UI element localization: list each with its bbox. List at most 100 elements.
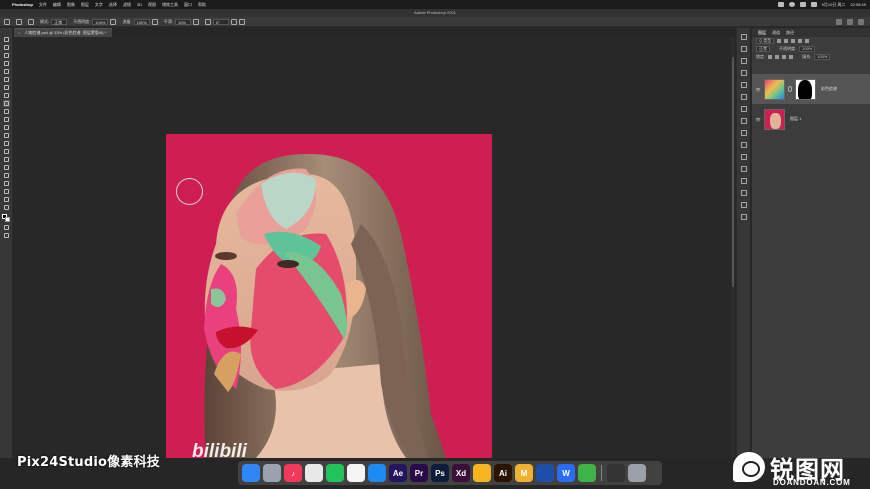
menu-item[interactable]: 视图	[148, 2, 156, 8]
blur-tool[interactable]	[3, 140, 10, 147]
brush-size-picker[interactable]	[28, 18, 34, 25]
status-icon[interactable]	[788, 2, 795, 7]
healing-brush-tool[interactable]	[3, 92, 10, 99]
layer-name[interactable]: 图层 1	[790, 116, 801, 122]
dock-after-effects-icon[interactable]: Ae	[389, 464, 407, 482]
panel-tab[interactable]: 通道	[772, 30, 780, 36]
fill-input[interactable]: 100%	[814, 54, 831, 60]
visibility-eye-icon[interactable]: 👁	[755, 87, 761, 92]
pen-tool[interactable]	[3, 156, 10, 163]
dock-premiere-icon[interactable]: Pr	[410, 464, 428, 482]
wifi-icon[interactable]	[799, 2, 806, 7]
type-tool[interactable]	[3, 164, 10, 171]
paths-icon[interactable]	[740, 190, 747, 196]
dock-music-icon[interactable]: ♪	[284, 464, 302, 482]
share-icon[interactable]	[858, 18, 864, 25]
menu-item[interactable]: 图层	[81, 2, 89, 8]
scrollbar-thumb[interactable]	[732, 57, 734, 287]
filter-pixel-icon[interactable]	[777, 39, 782, 43]
blend-mode-select[interactable]: 正常	[756, 46, 770, 52]
symmetry-icon[interactable]	[238, 18, 245, 25]
layer-name[interactable]: 彩色脸谱	[821, 86, 837, 92]
dock-sketch-icon[interactable]	[473, 464, 491, 482]
dock-safari-icon[interactable]	[368, 464, 386, 482]
dock-illustrator-icon[interactable]: Ai	[494, 464, 512, 482]
filter-shape-icon[interactable]	[798, 39, 803, 43]
menu-item[interactable]: 图像	[67, 2, 75, 8]
filter-smart-icon[interactable]	[805, 39, 810, 43]
properties-icon[interactable]	[740, 46, 747, 52]
document-tab[interactable]: × 人物脸谱.psd @ 33% (彩色脸谱, 图层蒙版/8) *	[14, 28, 113, 37]
dock-activity-icon[interactable]	[607, 464, 625, 482]
menu-item[interactable]: 滤镜	[123, 2, 131, 8]
lock-all-icon[interactable]	[789, 55, 794, 59]
menu-item[interactable]: 3D	[137, 2, 142, 8]
swatches-icon[interactable]	[740, 82, 747, 88]
menu-item[interactable]: 选择	[109, 2, 117, 8]
move-tool[interactable]	[3, 36, 10, 43]
frame-tool[interactable]	[3, 76, 10, 83]
history-icon[interactable]	[740, 34, 747, 40]
eraser-tool[interactable]	[3, 124, 10, 131]
dodge-tool[interactable]	[3, 148, 10, 155]
rectangle-tool[interactable]	[3, 180, 10, 187]
menu-item[interactable]: 文字	[95, 2, 103, 8]
dock-wechat-icon[interactable]	[326, 464, 344, 482]
color-swatches[interactable]	[1, 214, 11, 223]
visibility-eye-icon[interactable]: 👁	[755, 117, 761, 122]
dock-qq-icon[interactable]	[347, 464, 365, 482]
dock-camtasia-icon[interactable]	[578, 464, 596, 482]
dock-trash-icon[interactable]	[628, 464, 646, 482]
angle-input[interactable]: 0°	[212, 18, 229, 25]
channels-icon[interactable]	[740, 178, 747, 184]
zoom-tool[interactable]	[3, 196, 10, 203]
gradients-icon[interactable]	[740, 94, 747, 100]
dock-finder-icon[interactable]	[242, 464, 260, 482]
flow-input[interactable]: 100%	[133, 18, 150, 25]
more-tools[interactable]	[3, 204, 10, 211]
brush-tool[interactable]	[2, 100, 10, 107]
mode-select[interactable]: 正常	[51, 18, 68, 25]
quick-mask-tool[interactable]	[3, 224, 10, 231]
background-color[interactable]	[4, 217, 10, 222]
info-icon[interactable]	[740, 214, 747, 220]
libraries-icon[interactable]	[740, 118, 747, 124]
airbrush-icon[interactable]	[151, 18, 158, 25]
panel-tab[interactable]: 路径	[786, 30, 794, 36]
lock-position-icon[interactable]	[782, 55, 787, 59]
dock-mweb-icon[interactable]: M	[515, 464, 533, 482]
brush-preset-picker[interactable]	[16, 18, 22, 25]
screen-mode-tool[interactable]	[3, 232, 10, 239]
paragraph-icon[interactable]	[740, 154, 747, 160]
color-icon[interactable]	[740, 70, 747, 76]
crop-tool[interactable]	[3, 68, 10, 75]
clone-stamp-tool[interactable]	[3, 108, 10, 115]
character-icon[interactable]	[740, 142, 747, 148]
menu-item[interactable]: 文件	[39, 2, 47, 8]
search-icon[interactable]	[836, 18, 842, 25]
pressure-size-icon[interactable]	[230, 18, 237, 25]
pressure-opacity-icon[interactable]	[110, 18, 117, 25]
actions-icon[interactable]	[740, 202, 747, 208]
lock-transparent-icon[interactable]	[768, 55, 773, 59]
menu-item[interactable]: 编辑	[53, 2, 61, 8]
opacity-input[interactable]: 100%	[92, 18, 109, 25]
eyedropper-tool[interactable]	[3, 84, 10, 91]
adjustments-icon[interactable]	[740, 58, 747, 64]
app-menu[interactable]: Photoshop	[12, 2, 33, 8]
document-image[interactable]	[166, 134, 492, 458]
home-button[interactable]	[4, 18, 10, 25]
panel-tab[interactable]: 图层	[758, 30, 766, 36]
layer-kind-filter[interactable]: Q 类型	[756, 38, 775, 44]
history-brush-tool[interactable]	[3, 116, 10, 123]
smooth-input[interactable]: 10%	[174, 18, 191, 25]
close-tab-icon[interactable]: ×	[18, 29, 20, 37]
dock-xd-icon[interactable]: Xd	[452, 464, 470, 482]
dock-c4d-icon[interactable]	[536, 464, 554, 482]
smooth-settings-icon[interactable]	[192, 18, 199, 25]
path-select-tool[interactable]	[3, 172, 10, 179]
lasso-tool[interactable]	[3, 52, 10, 59]
menu-item[interactable]: 窗口	[184, 2, 192, 8]
hand-tool[interactable]	[3, 188, 10, 195]
filter-adjust-icon[interactable]	[784, 39, 789, 43]
